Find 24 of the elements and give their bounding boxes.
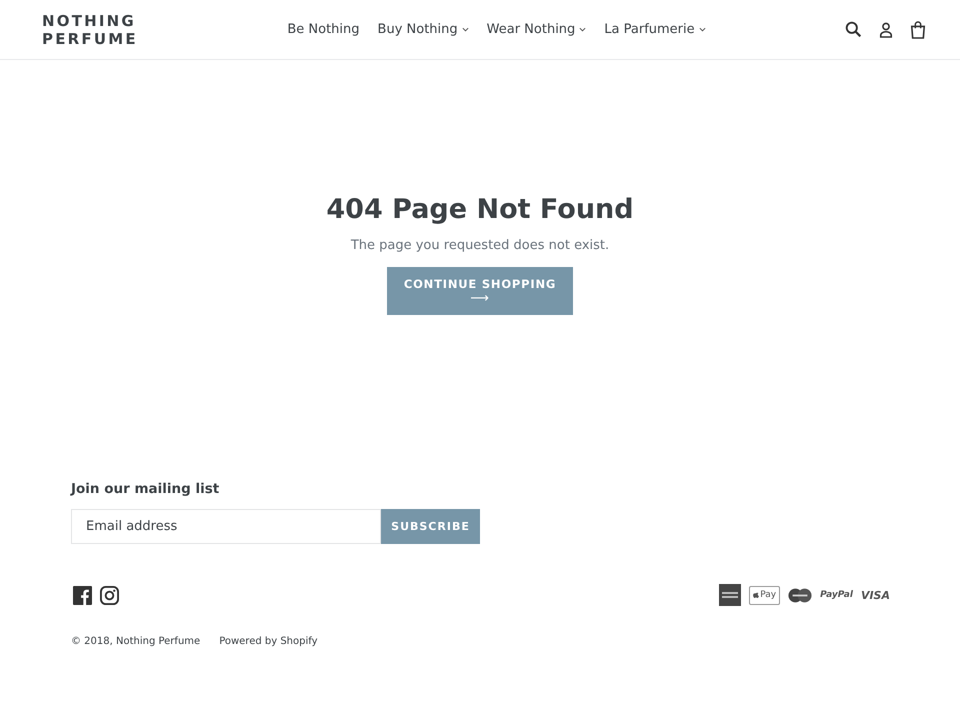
error-message: The page you requested does not exist. bbox=[350, 238, 610, 253]
page-title: 404 Page Not Found bbox=[326, 194, 634, 225]
paypal-logo: PayPal bbox=[820, 590, 853, 600]
search-icon[interactable] bbox=[845, 21, 862, 38]
site-logo[interactable]: NOTHING PERFUME bbox=[42, 12, 142, 48]
caret-icon bbox=[579, 27, 586, 32]
caret-icon bbox=[462, 27, 469, 32]
copyright-link[interactable]: © 2018, Nothing Perfume bbox=[71, 636, 200, 647]
visa-logo: VISA bbox=[860, 588, 890, 602]
email-field[interactable]: Email address bbox=[71, 509, 381, 544]
account-icon[interactable] bbox=[879, 22, 893, 38]
nav-link[interactable]: Wear Nothing bbox=[486, 22, 586, 37]
powered-by-link[interactable]: Powered by Shopify bbox=[219, 636, 318, 647]
amex-card-icon bbox=[719, 584, 742, 606]
caret-icon bbox=[698, 27, 706, 32]
nav-link[interactable]: Be Nothing bbox=[287, 22, 360, 37]
nav-link[interactable]: Buy Nothing bbox=[378, 22, 469, 37]
cart-icon[interactable] bbox=[910, 20, 926, 38]
instagram-icon[interactable] bbox=[100, 586, 119, 604]
mastercard-icon bbox=[788, 588, 812, 602]
apple-pay-badge: Pay bbox=[749, 586, 780, 604]
nav-link[interactable]: La Parfumerie bbox=[604, 22, 706, 37]
facebook-icon[interactable] bbox=[73, 586, 92, 604]
newsletter-heading: Join our mailing list bbox=[71, 481, 220, 497]
